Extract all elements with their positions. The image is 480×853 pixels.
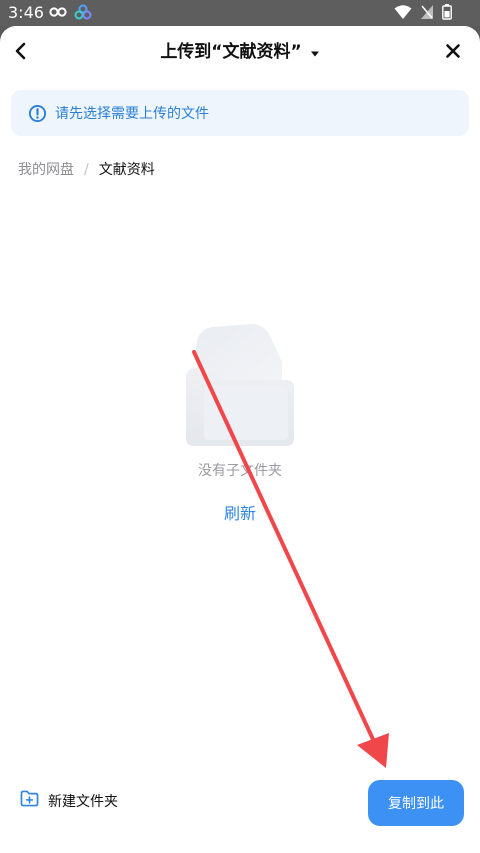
info-circle-icon <box>27 103 47 123</box>
close-button[interactable] <box>438 38 468 68</box>
breadcrumb-root[interactable]: 我的网盘 <box>18 160 74 180</box>
notice-banner: 请先选择需要上传的文件 <box>11 90 469 136</box>
breadcrumb-separator: / <box>84 162 89 178</box>
page-title: 上传到“文献资料” <box>160 42 302 62</box>
close-icon <box>445 43 461 63</box>
breadcrumb: 我的网盘 / 文献资料 <box>18 160 155 180</box>
empty-folder-icon <box>182 322 300 452</box>
refresh-button[interactable]: 刷新 <box>190 500 290 524</box>
sheet-header: 上传到“文献资料” <box>0 26 480 80</box>
new-folder-label: 新建文件夹 <box>48 793 118 810</box>
status-bar: 3:46 <box>0 0 480 26</box>
folder-add-icon <box>20 790 39 811</box>
caret-down-icon <box>310 43 320 62</box>
new-folder-button[interactable]: 新建文件夹 <box>20 790 118 811</box>
sim-off-icon <box>420 4 434 24</box>
upload-destination-sheet: 上传到“文献资料” 请先选择需要上传的文件 我的网盘 / 文献资料 没有子文件夹… <box>0 26 480 853</box>
copy-here-button[interactable]: 复制到此 <box>368 780 464 826</box>
notice-text: 请先选择需要上传的文件 <box>55 106 209 122</box>
status-time: 3:46 <box>8 3 44 22</box>
status-right-icons <box>394 4 452 24</box>
title-dropdown[interactable]: 上传到“文献资料” <box>0 40 480 64</box>
status-left-icons <box>48 4 92 24</box>
infinity-icon <box>48 4 68 24</box>
wifi-icon <box>394 4 412 24</box>
breadcrumb-current: 文献资料 <box>98 162 155 178</box>
empty-state-text: 没有子文件夹 <box>198 463 282 479</box>
battery-icon <box>442 4 452 24</box>
screen: 3:46 上传到“文献资料” 请先选择需要上传的文件 我的网盘 / 文献资料 没… <box>0 0 480 853</box>
cloud-app-icon <box>74 4 92 24</box>
